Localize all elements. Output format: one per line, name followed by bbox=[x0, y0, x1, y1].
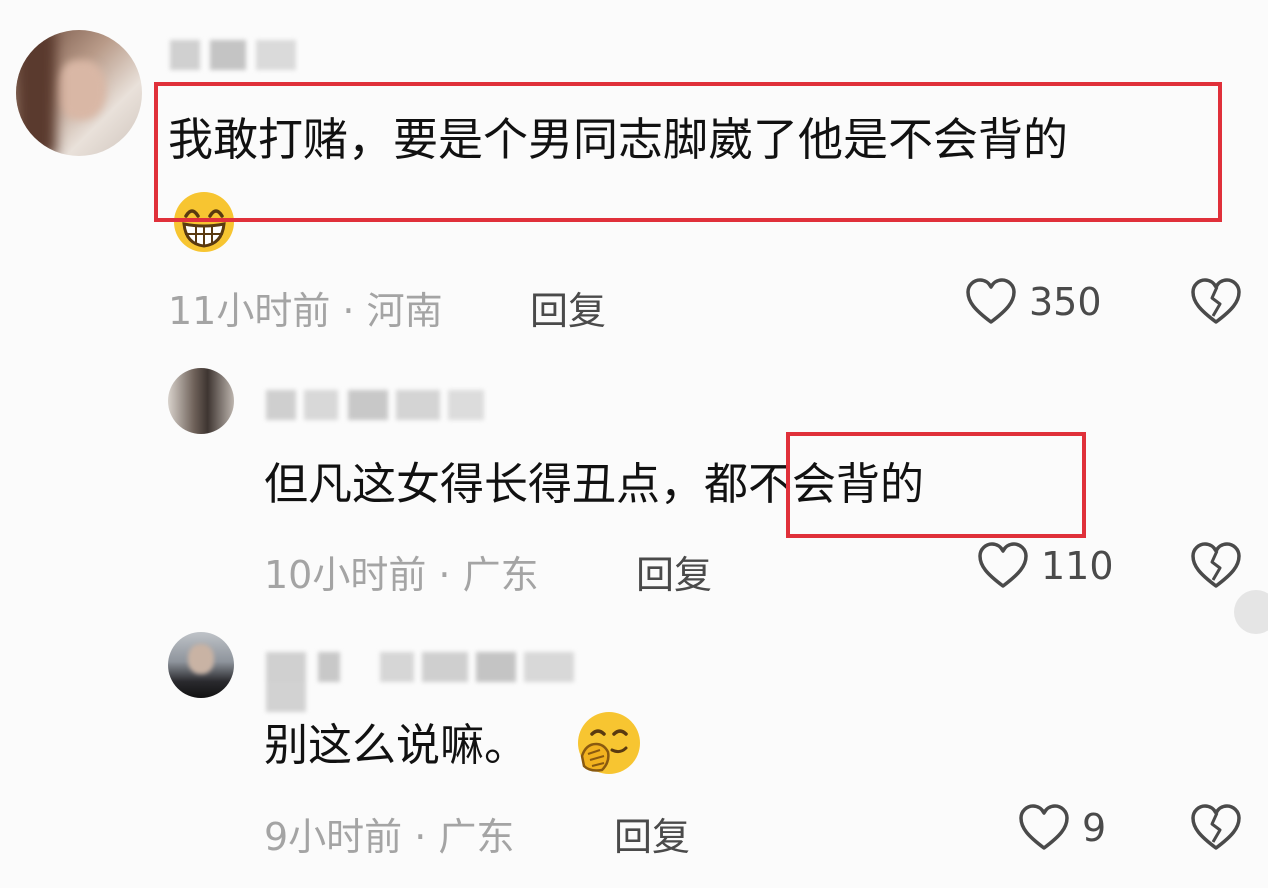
heart-outline-icon bbox=[1019, 804, 1069, 850]
reply-button[interactable]: 回复 bbox=[636, 544, 712, 599]
comment-text-part: 但凡这女得长得丑点， bbox=[264, 459, 704, 510]
comment-section: 我敢打赌，要是个男同志脚崴了他是不会背的 11小时前 · 河南 回复 350 但… bbox=[0, 0, 1268, 888]
reply-button[interactable]: 回复 bbox=[614, 806, 690, 861]
avatar[interactable] bbox=[168, 632, 234, 698]
hand-over-mouth-emoji bbox=[578, 712, 640, 774]
reply-button[interactable]: 回复 bbox=[530, 280, 606, 335]
like-count: 9 bbox=[1082, 806, 1107, 850]
comment-meta: 9小时前 · 广东 bbox=[264, 815, 515, 859]
heart-outline-icon bbox=[966, 278, 1016, 324]
like-count: 110 bbox=[1041, 544, 1114, 588]
highlight-box bbox=[786, 432, 1086, 538]
comment-meta: 11小时前 · 河南 bbox=[168, 289, 443, 333]
broken-heart-icon[interactable] bbox=[1190, 804, 1242, 852]
avatar[interactable] bbox=[16, 30, 142, 156]
broken-heart-icon[interactable] bbox=[1190, 542, 1242, 590]
heart-outline-icon bbox=[978, 542, 1028, 588]
avatar[interactable] bbox=[168, 368, 234, 434]
like-button[interactable]: 9 bbox=[1018, 804, 1106, 852]
like-button[interactable]: 350 bbox=[965, 278, 1102, 326]
comment-meta: 10小时前 · 广东 bbox=[264, 553, 539, 597]
username-blurred[interactable] bbox=[266, 390, 486, 420]
like-button[interactable]: 110 bbox=[977, 542, 1114, 590]
comment-text: 别这么说嘛。 bbox=[264, 720, 528, 771]
scroll-handle[interactable] bbox=[1234, 590, 1268, 634]
username-blurred[interactable] bbox=[170, 40, 300, 70]
broken-heart-icon[interactable] bbox=[1190, 278, 1242, 326]
like-count: 350 bbox=[1029, 280, 1102, 324]
username-blurred[interactable] bbox=[266, 652, 610, 712]
highlight-box bbox=[154, 82, 1222, 222]
